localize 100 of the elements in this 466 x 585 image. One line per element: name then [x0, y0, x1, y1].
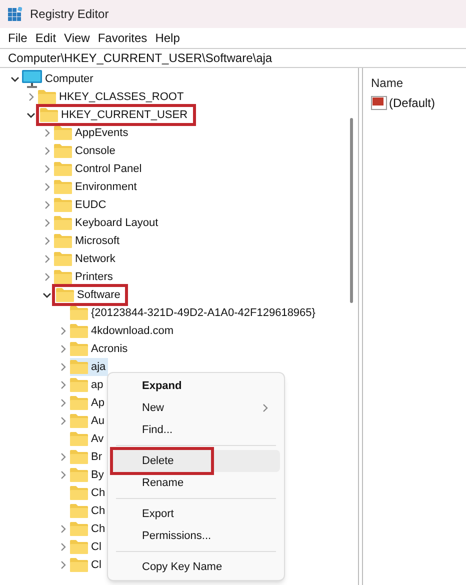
chevron-right-icon[interactable] [58, 542, 68, 552]
chevron-right-icon[interactable] [26, 92, 36, 102]
registry-icon [8, 7, 22, 21]
menu-item[interactable]: Help [151, 29, 184, 47]
folder-icon [70, 504, 88, 518]
tree-node[interactable]: Av [70, 430, 106, 448]
chevron-right-icon[interactable] [42, 128, 52, 138]
context-menu-item[interactable]: Permissions... [112, 525, 280, 547]
chevron-right-icon[interactable] [42, 182, 52, 192]
context-menu-item[interactable]: Find... [112, 419, 280, 441]
tree-node[interactable]: Au [70, 412, 106, 430]
folder-icon [54, 180, 72, 194]
value-name[interactable]: (Default) [389, 94, 436, 112]
folder-icon [54, 270, 72, 284]
menu-item[interactable]: File [4, 29, 32, 47]
folder-icon [56, 288, 74, 302]
folder-icon [70, 450, 88, 464]
tree-node[interactable]: Ch [70, 520, 108, 538]
string-value-icon [371, 96, 387, 110]
folder-icon [54, 198, 72, 212]
monitor-icon [22, 70, 42, 88]
tree-node[interactable]: aja [70, 358, 108, 376]
tree-node[interactable]: AppEvents [54, 124, 130, 142]
folder-icon [70, 432, 88, 446]
tree-node[interactable]: Br [70, 448, 104, 466]
tree-node[interactable]: Environment [54, 178, 139, 196]
chevron-right-icon[interactable] [58, 524, 68, 534]
folder-icon [70, 468, 88, 482]
chevron-right-icon[interactable] [58, 326, 68, 336]
chevron-down-icon[interactable] [26, 110, 36, 120]
tree-node[interactable]: 4kdownload.com [70, 322, 176, 340]
folder-icon [70, 324, 88, 338]
tree-node[interactable]: Cl [70, 556, 104, 574]
folder-icon [40, 108, 58, 122]
chevron-down-icon[interactable] [42, 290, 52, 300]
tree-node[interactable]: Ap [70, 394, 106, 412]
chevron-right-icon[interactable] [58, 452, 68, 462]
chevron-right-icon[interactable] [42, 218, 52, 228]
tree-node[interactable]: By [70, 466, 106, 484]
chevron-right-icon[interactable] [260, 403, 270, 413]
menu-item[interactable]: Favorites [94, 29, 152, 47]
address-bar[interactable]: Computer\HKEY_CURRENT_USER\Software\aja [0, 48, 466, 68]
folder-icon [54, 252, 72, 266]
folder-icon [70, 540, 88, 554]
tree-node[interactable]: ap [70, 376, 106, 394]
tree-node[interactable]: Ch [70, 484, 108, 502]
chevron-right-icon[interactable] [58, 380, 68, 390]
context-menu-item[interactable]: New [112, 397, 280, 419]
chevron-right-icon[interactable] [58, 362, 68, 372]
menu-item[interactable]: View [60, 29, 94, 47]
folder-icon [70, 396, 88, 410]
context-menu-item[interactable]: Expand [112, 375, 280, 397]
folder-icon [54, 126, 72, 140]
tree-node[interactable]: Acronis [70, 340, 130, 358]
context-menu-item[interactable]: Delete [112, 450, 280, 472]
chevron-right-icon[interactable] [58, 470, 68, 480]
context-menu-item[interactable]: Export [112, 503, 280, 525]
scrollbar-thumb[interactable] [350, 118, 353, 303]
folder-icon [54, 234, 72, 248]
tree-node[interactable]: Keyboard Layout [54, 214, 160, 232]
chevron-right-icon[interactable] [58, 344, 68, 354]
folder-icon [70, 558, 88, 572]
folder-icon [70, 378, 88, 392]
tree-node[interactable]: Console [54, 142, 118, 160]
tree-node[interactable]: Cl [70, 538, 104, 556]
tree-node[interactable]: {20123844-321D-49D2-A1A0-42F129618965} [70, 304, 318, 322]
window-title: Registry Editor [30, 6, 109, 23]
chevron-right-icon[interactable] [58, 560, 68, 570]
column-header[interactable]: Name [371, 74, 466, 92]
tree-node[interactable]: Software [54, 286, 126, 304]
folder-icon [54, 144, 72, 158]
menu-item[interactable]: Edit [31, 29, 60, 47]
tree-node[interactable]: HKEY_CLASSES_ROOT [38, 88, 186, 106]
chevron-right-icon[interactable] [42, 200, 52, 210]
chevron-right-icon[interactable] [42, 164, 52, 174]
folder-icon [70, 414, 88, 428]
context-menu-item[interactable]: Rename [112, 472, 280, 494]
folder-icon [70, 486, 88, 500]
tree-node[interactable]: HKEY_CURRENT_USER [38, 106, 194, 124]
tree-node[interactable]: Control Panel [54, 160, 144, 178]
folder-icon [54, 162, 72, 176]
folder-icon [70, 522, 88, 536]
folder-icon [70, 360, 88, 374]
folder-icon [70, 306, 88, 320]
tree-node[interactable]: EUDC [54, 196, 108, 214]
chevron-right-icon[interactable] [42, 254, 52, 264]
tree-node[interactable]: Computer [22, 70, 96, 88]
chevron-down-icon[interactable] [10, 74, 20, 84]
tree-node[interactable]: Printers [54, 268, 115, 286]
chevron-right-icon[interactable] [42, 272, 52, 282]
chevron-right-icon[interactable] [58, 398, 68, 408]
tree-node[interactable]: Network [54, 250, 118, 268]
context-menu-item[interactable]: Copy Key Name [112, 556, 280, 578]
chevron-right-icon[interactable] [42, 236, 52, 246]
chevron-right-icon[interactable] [58, 416, 68, 426]
folder-icon [54, 216, 72, 230]
folder-icon [38, 90, 56, 104]
tree-node[interactable]: Ch [70, 502, 108, 520]
tree-node[interactable]: Microsoft [54, 232, 122, 250]
chevron-right-icon[interactable] [42, 146, 52, 156]
